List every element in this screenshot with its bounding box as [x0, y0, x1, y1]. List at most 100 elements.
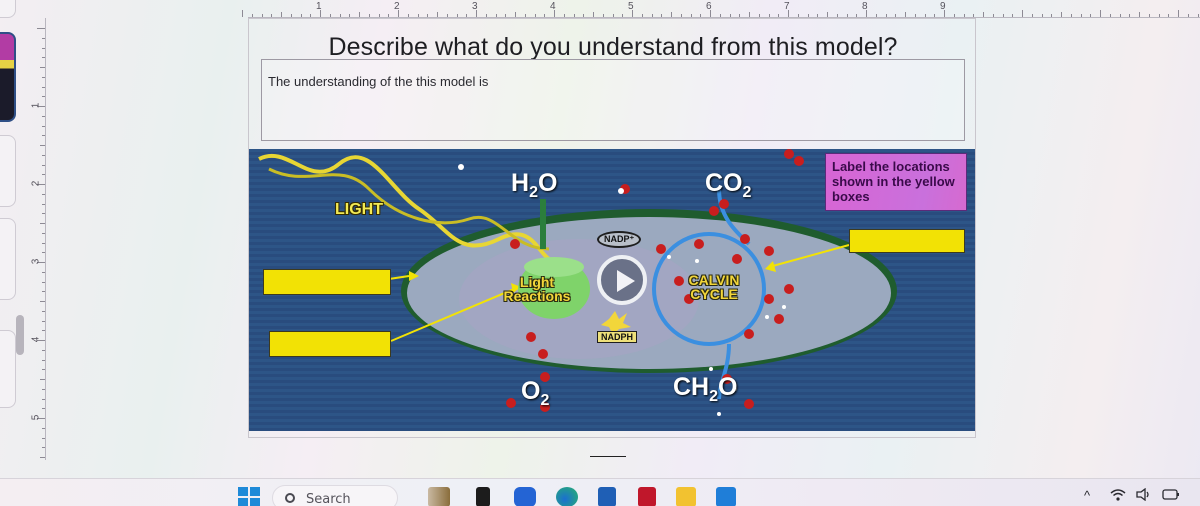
ruler-tick: [40, 457, 45, 458]
ruler-tick: [992, 14, 994, 17]
slide-thumbnail-active[interactable]: [0, 32, 16, 122]
play-icon: [617, 270, 635, 292]
slide-title: Describe what do you understand from thi…: [328, 33, 898, 61]
ruler-number: 6: [706, 1, 712, 12]
ruler-tick: [583, 14, 585, 17]
widgets-icon[interactable]: [428, 487, 450, 506]
ruler-tick: [1031, 14, 1033, 17]
ruler-tick: [1051, 14, 1053, 17]
ruler-tick: [534, 14, 536, 17]
ruler-tick: [290, 14, 292, 17]
ruler-tick: [42, 242, 45, 244]
ruler-tick: [1148, 14, 1150, 17]
play-button[interactable]: [597, 255, 647, 305]
slide-thumbnail[interactable]: [0, 330, 16, 408]
ruler-tick: [875, 14, 877, 17]
yellow-label-box-2[interactable]: [269, 331, 391, 357]
ruler-tick: [42, 271, 45, 273]
ruler-tick: [690, 14, 692, 17]
o2-label: O2: [521, 377, 550, 409]
ruler-tick: [42, 447, 45, 449]
edge-browser-icon[interactable]: [556, 487, 578, 506]
ruler-tick: [42, 125, 45, 127]
light-reactions-label: Light Reactions: [503, 274, 571, 304]
ruler-tick: [963, 14, 965, 17]
ruler-tick: [42, 427, 45, 429]
slide-thumbnail[interactable]: [0, 0, 16, 18]
ruler-tick: [807, 14, 809, 17]
ruler-number: 3: [472, 1, 478, 12]
ruler-tick: [1012, 14, 1014, 17]
ruler-tick: [1041, 14, 1043, 17]
thumbnail-scrollbar[interactable]: [16, 315, 24, 355]
embedded-video[interactable]: LIGHT H2O CO2 O2 CH2O Light Reactions CA…: [249, 149, 975, 431]
search-icon: [285, 493, 295, 503]
slide-thumbnail[interactable]: [0, 218, 16, 300]
taskbar: Search: [0, 478, 1200, 506]
ruler-tick: [505, 14, 507, 17]
mcafee-icon[interactable]: [638, 487, 656, 506]
ruler-tick: [359, 12, 360, 17]
ruler-tick: [1070, 14, 1072, 17]
ruler-number: 2: [394, 1, 400, 12]
slide-thumbnail[interactable]: [0, 135, 16, 207]
ruler-tick: [40, 223, 45, 224]
ruler-tick: [758, 14, 760, 17]
windows-logo-icon[interactable]: [238, 487, 260, 506]
ruler-tick: [466, 14, 468, 17]
ruler-tick: [983, 12, 984, 17]
file-explorer-icon[interactable]: [676, 487, 696, 506]
zoom-meetings-icon[interactable]: [514, 487, 536, 506]
ruler-tick: [749, 12, 750, 17]
ruler-tick: [973, 14, 975, 17]
yellow-label-box-1[interactable]: [263, 269, 391, 295]
ruler-tick: [42, 37, 45, 39]
ruler-tick: [42, 203, 45, 205]
co2-label: CO2: [705, 169, 752, 201]
ruler-tick: [40, 301, 45, 302]
ruler-tick: [42, 135, 45, 137]
ruler-tick: [1158, 14, 1160, 17]
ruler-tick: [42, 398, 45, 400]
answer-text-box[interactable]: The understanding of the this model is: [261, 59, 965, 141]
ruler-tick: [778, 14, 780, 17]
ruler-tick: [856, 14, 858, 17]
ruler-tick: [42, 310, 45, 312]
ruler-tick: [719, 14, 721, 17]
ruler-tick: [924, 14, 926, 17]
ruler-tick: [456, 14, 458, 17]
volume-icon[interactable]: [1136, 487, 1152, 504]
ruler-tick: [593, 12, 594, 17]
ruler-tick: [846, 14, 848, 17]
ruler-tick: [1197, 14, 1199, 17]
ruler-tick: [242, 10, 243, 17]
wifi-icon[interactable]: [1110, 488, 1126, 504]
task-view-icon[interactable]: [476, 487, 490, 506]
tray-chevron-icon[interactable]: ^: [1084, 488, 1090, 503]
ruler-tick: [700, 14, 702, 17]
taskbar-search[interactable]: Search: [272, 485, 398, 506]
ruler-tick: [1129, 14, 1131, 17]
ruler-tick: [485, 14, 487, 17]
ruler-tick: [42, 330, 45, 332]
ruler-tick: [953, 14, 955, 17]
ruler-number: 1: [30, 102, 42, 109]
yellow-label-box-3[interactable]: [849, 229, 965, 253]
ruler-tick: [739, 14, 741, 17]
instruction-box: Label the locations shown in the yellow …: [825, 153, 967, 211]
slide-canvas: Describe what do you understand from thi…: [248, 18, 976, 438]
ruler-tick: [544, 14, 546, 17]
ruler-tick: [563, 14, 565, 17]
battery-icon[interactable]: [1162, 488, 1180, 504]
ruler-tick: [42, 193, 45, 195]
mail-icon[interactable]: [716, 487, 736, 506]
ruler-tick: [671, 12, 672, 17]
ruler-tick: [42, 96, 45, 98]
ruler-tick: [300, 14, 302, 17]
ruler-tick: [407, 14, 409, 17]
microsoft-store-icon[interactable]: [598, 487, 616, 506]
answer-text[interactable]: The understanding of the this model is: [268, 74, 488, 89]
ruler-number: 9: [940, 1, 946, 12]
ruler-tick: [42, 359, 45, 361]
ruler-tick: [40, 379, 45, 380]
